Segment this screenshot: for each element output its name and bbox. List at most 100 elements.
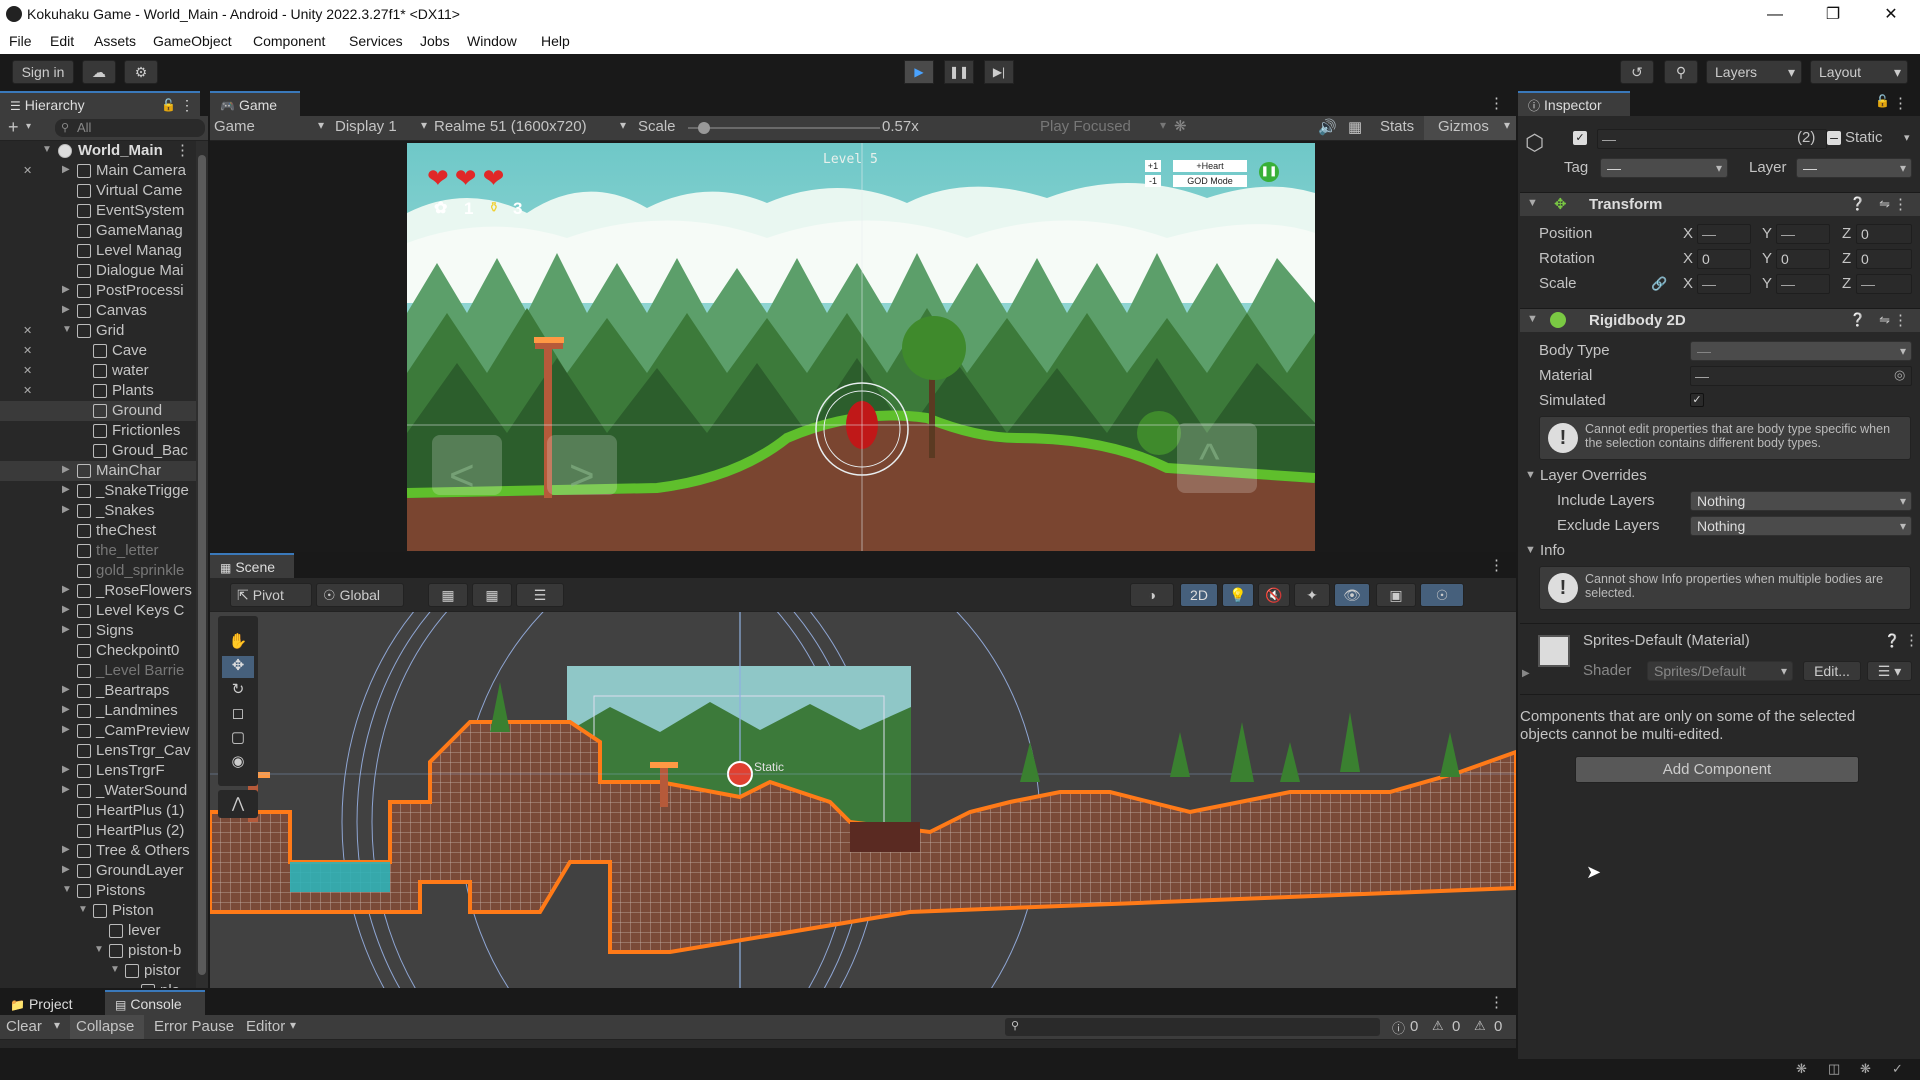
pos-x-field[interactable]: — xyxy=(1697,224,1751,244)
rot-y-field[interactable]: 0 xyxy=(1776,249,1830,269)
hierarchy-item[interactable]: ▶ Canvas xyxy=(0,301,196,321)
hierarchy-item[interactable]: Checkpoint0 xyxy=(0,641,196,661)
more-icon[interactable]: ⋮ xyxy=(1893,311,1908,329)
hierarchy-item[interactable]: EventSystem xyxy=(0,201,196,221)
body-type-dropdown[interactable]: — xyxy=(1690,341,1912,361)
mode-2d-button[interactable]: 2D xyxy=(1180,583,1218,607)
simulated-checkbox[interactable]: ✓ xyxy=(1690,393,1704,407)
jump-arrow-icon[interactable]: ^ xyxy=(1199,435,1220,485)
hierarchy-item[interactable]: ▶ Tree & Others xyxy=(0,841,196,861)
scale-tool-icon[interactable]: ◻ xyxy=(222,704,254,726)
scale-x-field[interactable]: — xyxy=(1697,274,1751,294)
grid-snap-icon[interactable]: ▦ xyxy=(428,583,468,607)
pos-z-field[interactable]: 0 xyxy=(1856,224,1912,244)
hierarchy-item[interactable]: Level Manag xyxy=(0,241,196,261)
name-field[interactable]: — xyxy=(1597,129,1827,149)
scale-y-field[interactable]: — xyxy=(1776,274,1830,294)
chevron-right-icon[interactable]: ▶ xyxy=(62,844,70,855)
tag-dropdown[interactable]: — xyxy=(1600,158,1728,178)
rot-z-field[interactable]: 0 xyxy=(1856,249,1912,269)
gizmos-button[interactable]: Gizmos ▾ xyxy=(1424,116,1516,140)
menu-services[interactable]: Services xyxy=(349,33,403,49)
scrollbar-thumb[interactable] xyxy=(198,155,206,975)
preset-icon[interactable]: ⇋ xyxy=(1879,196,1890,212)
transform-tool-icon[interactable]: ◉ xyxy=(222,752,254,774)
layout-dropdown[interactable]: Layout ▾ xyxy=(1810,60,1908,84)
static-checkbox[interactable]: – xyxy=(1827,130,1841,145)
include-layers-dropdown[interactable]: Nothing xyxy=(1690,491,1912,511)
rotate-tool-icon[interactable]: ↻ xyxy=(222,680,254,702)
shading-icon[interactable]: ◑ xyxy=(1130,583,1174,607)
lock-icon[interactable]: 🔓 xyxy=(161,93,176,118)
chevron-down-icon[interactable]: ▼ xyxy=(62,884,72,895)
plus-one-button[interactable]: +1 xyxy=(1145,160,1161,172)
tab-inspector[interactable]: ⓘ Inspector xyxy=(1518,91,1630,116)
link-icon[interactable]: 🔗 xyxy=(1651,276,1667,292)
chevron-right-icon[interactable]: ▶ xyxy=(62,464,70,475)
audio-icon[interactable]: 🔊 xyxy=(1318,118,1337,136)
rigidbody-header[interactable]: ▼ Rigidbody 2D ❔ ⇋ ⋮ xyxy=(1520,308,1920,332)
chevron-right-icon[interactable]: ▶ xyxy=(62,304,70,315)
bug-icon[interactable]: ❋ xyxy=(1796,1061,1807,1077)
chevron-right-icon[interactable]: ▶ xyxy=(62,604,70,615)
add-icon[interactable]: + xyxy=(8,117,19,138)
chevron-right-icon[interactable]: ▶ xyxy=(62,624,70,635)
warning-icon[interactable]: ⚠ xyxy=(1432,1018,1444,1034)
scale-z-field[interactable]: — xyxy=(1856,274,1912,294)
search-icon[interactable]: ⚲ xyxy=(1664,60,1698,84)
stats-button[interactable]: Stats xyxy=(1380,118,1414,135)
hierarchy-item[interactable]: HeartPlus (1) xyxy=(0,801,196,821)
hierarchy-item[interactable]: ▶ Level Keys C xyxy=(0,601,196,621)
chevron-right-icon[interactable]: ▶ xyxy=(62,164,70,175)
chevron-down-icon[interactable]: ▼ xyxy=(1525,469,1536,481)
chevron-down-icon[interactable]: ▼ xyxy=(62,324,72,335)
more-icon[interactable]: ⋮ xyxy=(1904,631,1919,649)
hierarchy-item[interactable]: ▶ Signs xyxy=(0,621,196,641)
menu-component[interactable]: Component xyxy=(253,33,325,49)
console-search-input[interactable]: ⚲ xyxy=(1005,1018,1380,1036)
hierarchy-item[interactable]: gold_sprinkle xyxy=(0,561,196,581)
more-icon[interactable]: ⋮ xyxy=(1489,94,1504,112)
right-arrow-icon[interactable]: > xyxy=(569,451,595,501)
hierarchy-item[interactable]: ▶ MainChar xyxy=(0,461,196,481)
more-icon[interactable]: ⋮ xyxy=(1893,94,1908,112)
help-icon[interactable]: ❔ xyxy=(1884,633,1900,649)
hierarchy-item[interactable]: _Level Barrie xyxy=(0,661,196,681)
hierarchy-item[interactable]: water ✕ xyxy=(0,361,196,381)
close-button[interactable]: ✕ xyxy=(1862,0,1920,29)
chevron-down-icon[interactable]: ▼ xyxy=(78,904,88,915)
chevron-down-icon[interactable]: ▼ xyxy=(94,944,104,955)
chevron-right-icon[interactable]: ▶ xyxy=(62,724,70,735)
layers-dropdown[interactable]: Layers ▾ xyxy=(1706,60,1802,84)
shader-options-icon[interactable]: ☰ ▾ xyxy=(1867,661,1912,681)
collapse-button[interactable]: Collapse xyxy=(70,1015,144,1039)
help-icon[interactable]: ❔ xyxy=(1850,312,1866,328)
active-checkbox[interactable]: ✓ xyxy=(1573,131,1587,145)
more-icon[interactable]: ⋮ xyxy=(175,141,190,159)
sign-in-button[interactable]: Sign in xyxy=(12,60,74,84)
menu-window[interactable]: Window xyxy=(467,33,517,49)
play-focused-dropdown[interactable]: Play Focused ▾ xyxy=(1040,118,1166,135)
game-viewport[interactable]: ❤❤❤ ✿ 1 ⚱ 3 Level 5 +1 -1 +Heart GOD Mod… xyxy=(407,143,1315,551)
menu-assets[interactable]: Assets xyxy=(94,33,136,49)
audio-mute-icon[interactable]: 🔇 xyxy=(1258,583,1290,607)
layer-dropdown[interactable]: — xyxy=(1796,158,1912,178)
editor-dropdown[interactable]: Editor xyxy=(246,1018,285,1035)
help-icon[interactable]: ❔ xyxy=(1850,196,1866,212)
hierarchy-item[interactable]: ▶ _Beartraps xyxy=(0,681,196,701)
visibility-icon[interactable]: ✕ xyxy=(23,324,37,337)
cache-icon[interactable]: ◫ xyxy=(1828,1061,1840,1077)
hierarchy-item[interactable]: Virtual Came xyxy=(0,181,196,201)
preset-icon[interactable]: ⇋ xyxy=(1879,312,1890,328)
shader-dropdown[interactable]: Sprites/Default xyxy=(1647,661,1793,681)
hierarchy-item[interactable]: Ground xyxy=(0,401,196,421)
chevron-down-icon[interactable]: ▾ xyxy=(26,121,31,132)
step-button[interactable]: ▶| xyxy=(984,60,1014,84)
target-icon[interactable]: ◎ xyxy=(1894,367,1905,383)
god-mode-button[interactable]: GOD Mode xyxy=(1173,175,1247,187)
left-arrow-icon[interactable]: < xyxy=(449,451,475,501)
move-tool-icon[interactable]: ✥ xyxy=(222,656,254,678)
hierarchy-scrollbar[interactable] xyxy=(196,141,208,988)
hierarchy-item[interactable]: HeartPlus (2) xyxy=(0,821,196,841)
pause-button[interactable]: ❚❚ xyxy=(944,60,974,84)
